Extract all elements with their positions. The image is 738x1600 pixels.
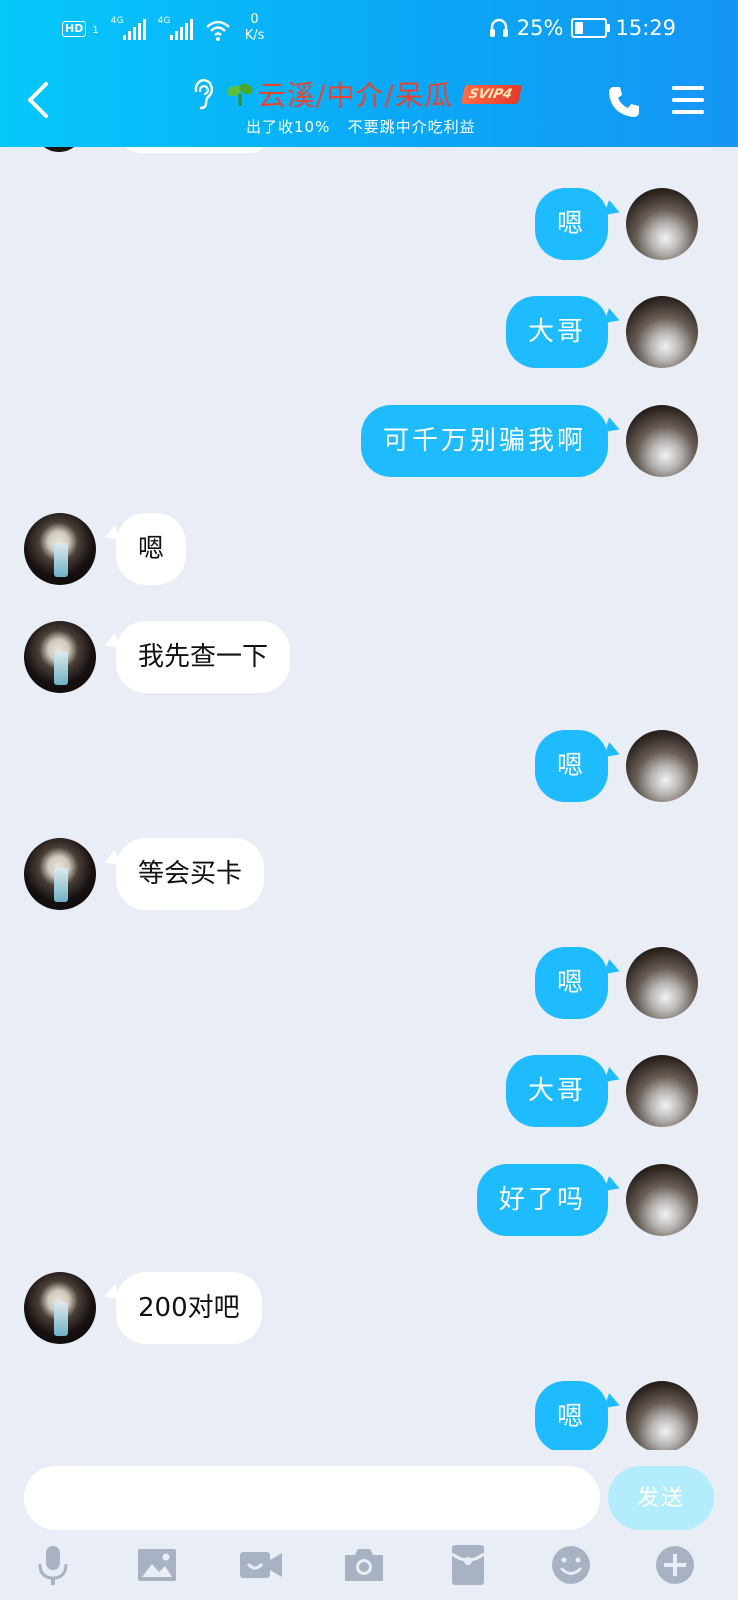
avatar-contact[interactable] — [24, 513, 96, 585]
message-row: 嗯 — [0, 947, 738, 1021]
microphone-icon[interactable] — [30, 1542, 76, 1588]
status-bar-right: 25% 15:29 — [489, 16, 676, 40]
message-bubble-outgoing[interactable]: 嗯 — [534, 1381, 608, 1450]
message-bubble-outgoing[interactable]: 可千万别骗我啊 — [360, 405, 608, 477]
avatar-self[interactable] — [626, 730, 698, 802]
chat-header: HD 1 4G 4G 0 K/s 25% 15:29 云溪/中介/呆瓜 SVIP… — [0, 0, 738, 147]
status-bar-left: HD 1 4G 4G 0 K/s — [62, 12, 264, 48]
signal-icon-2: 4G — [157, 16, 193, 40]
svip-badge-label: SVIP4 — [460, 84, 522, 104]
svip-badge: SVIP4 — [460, 84, 522, 104]
avatar-self[interactable] — [626, 1381, 698, 1450]
avatar-partial — [34, 147, 84, 152]
chat-subtitle: 出了收10% 不要跳中介吃利益 — [246, 118, 476, 136]
phone-icon[interactable] — [606, 84, 642, 120]
avatar-self[interactable] — [626, 1164, 698, 1236]
ear-icon[interactable] — [190, 77, 216, 111]
emoji-icon[interactable] — [548, 1542, 594, 1588]
speed-value: 0 — [250, 12, 259, 27]
headphone-icon — [489, 18, 508, 37]
plus-icon[interactable] — [652, 1542, 698, 1588]
message-row: 嗯 — [0, 188, 738, 262]
avatar-contact[interactable] — [24, 838, 96, 910]
image-icon[interactable] — [134, 1542, 180, 1588]
camera-icon[interactable] — [341, 1542, 387, 1588]
message-row: 好了吗 — [0, 1164, 738, 1238]
menu-icon[interactable] — [672, 86, 706, 116]
message-row: 大哥 — [0, 1055, 738, 1129]
input-toolbar — [0, 1542, 738, 1598]
battery-icon — [571, 18, 611, 38]
chat-title: 云溪/中介/呆瓜 — [258, 79, 453, 112]
message-bubble-outgoing[interactable]: 嗯 — [534, 947, 608, 1019]
speed-unit: K/s — [244, 28, 265, 43]
message-row: 嗯 — [0, 513, 738, 587]
message-bubble-incoming[interactable]: 等会买卡 — [116, 838, 265, 910]
message-bubble-partial — [120, 147, 270, 153]
send-button[interactable]: 发送 — [608, 1466, 714, 1530]
chat-title-area[interactable]: 云溪/中介/呆瓜 SVIP4 出了收10% 不要跳中介吃利益 — [190, 74, 570, 137]
avatar-self[interactable] — [626, 1055, 698, 1127]
avatar-contact[interactable] — [24, 1272, 96, 1344]
network-speed: 0 K/s — [245, 12, 265, 44]
video-icon[interactable] — [238, 1542, 284, 1588]
avatar-contact[interactable] — [24, 621, 96, 693]
message-bubble-outgoing[interactable]: 好了吗 — [476, 1164, 608, 1236]
wifi-icon — [205, 20, 230, 41]
message-bubble-incoming[interactable]: 200对吧 — [116, 1272, 262, 1344]
avatar-self[interactable] — [626, 405, 698, 477]
hd-badge: HD — [62, 21, 87, 37]
message-bubble-outgoing[interactable]: 嗯 — [534, 730, 608, 802]
avatar-self[interactable] — [626, 296, 698, 368]
message-list[interactable]: 嗯 大哥 可千万别骗我啊 嗯 我先查一下 嗯 等会买卡 嗯 大哥 好了吗 200… — [0, 147, 738, 1450]
message-row: 可千万别骗我啊 — [0, 405, 738, 479]
network-label-1: 4G — [110, 16, 124, 26]
message-bubble-outgoing[interactable]: 嗯 — [534, 188, 608, 260]
signal-icon: 4G — [110, 16, 146, 40]
message-row: 大哥 — [0, 296, 738, 370]
message-row: 嗯 — [0, 1381, 738, 1450]
message-bubble-incoming[interactable]: 我先查一下 — [116, 621, 291, 693]
sim-number: 1 — [92, 25, 99, 36]
red-packet-icon[interactable] — [445, 1542, 491, 1588]
message-bubble-incoming[interactable]: 嗯 — [116, 513, 187, 585]
battery-percent: 25% — [516, 16, 564, 40]
message-row: 等会买卡 — [0, 838, 738, 912]
avatar-self[interactable] — [626, 947, 698, 1019]
sprout-icon — [227, 83, 253, 106]
message-row: 我先查一下 — [0, 621, 738, 695]
message-input[interactable] — [24, 1466, 600, 1530]
message-bubble-outgoing[interactable]: 大哥 — [505, 1055, 608, 1127]
input-bar: 发送 — [0, 1450, 738, 1600]
message-row: 嗯 — [0, 730, 738, 804]
network-label-2: 4G — [157, 16, 171, 26]
avatar-self[interactable] — [626, 188, 698, 260]
message-bubble-outgoing[interactable]: 大哥 — [505, 296, 608, 368]
clock-time: 15:29 — [615, 16, 676, 40]
back-arrow-icon[interactable] — [22, 80, 56, 120]
message-row: 200对吧 — [0, 1272, 738, 1346]
